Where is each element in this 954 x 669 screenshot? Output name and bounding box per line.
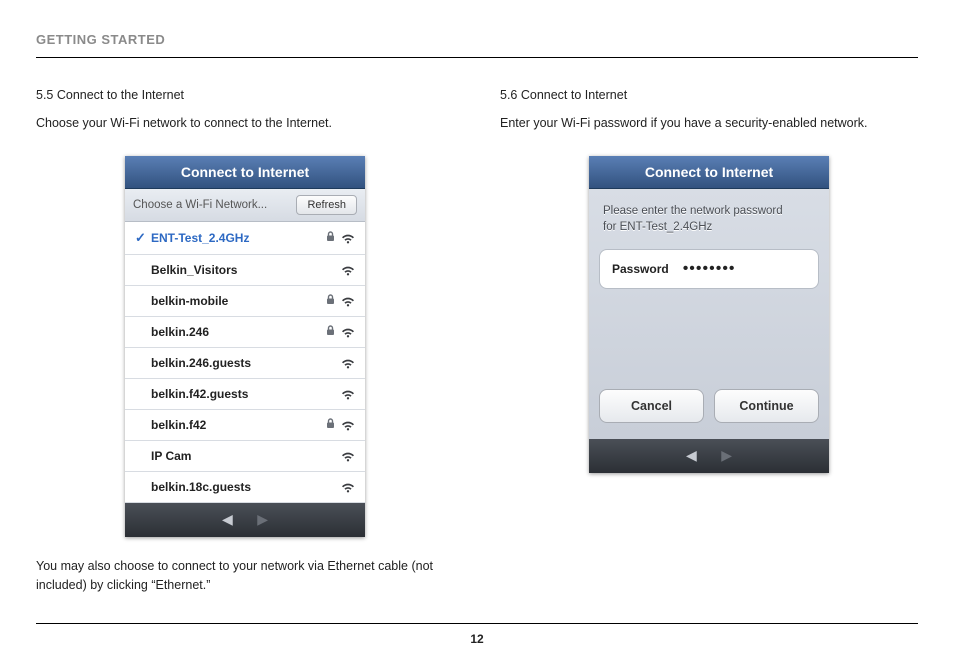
password-prompt-line1: Please enter the network password	[603, 205, 783, 217]
wifi-name: belkin.246.guests	[149, 356, 323, 370]
refresh-button[interactable]: Refresh	[296, 195, 357, 215]
password-label: Password	[612, 262, 669, 276]
cancel-button[interactable]: Cancel	[599, 389, 704, 423]
wifi-row[interactable]: Belkin_Visitors	[125, 255, 365, 286]
page-number: 12	[36, 632, 918, 646]
divider-top	[36, 57, 918, 58]
screen-title: Connect to Internet	[589, 156, 829, 189]
wifi-list: ✓ENT-Test_2.4GHz Belkin_Visitors belkin-mo…	[125, 222, 365, 503]
wifi-signal-icon	[337, 418, 355, 432]
lock-icon	[323, 325, 337, 339]
wifi-signal-icon	[337, 387, 355, 401]
lock-icon	[323, 418, 337, 432]
nav-bar: ◀ ▶	[589, 439, 829, 473]
nav-prev-icon[interactable]: ◀	[686, 447, 697, 463]
step-desc-5-6: Enter your Wi-Fi password if you have a …	[500, 116, 918, 130]
choose-network-label: Choose a Wi-Fi Network...	[133, 199, 267, 211]
wifi-signal-icon	[337, 480, 355, 494]
wifi-row[interactable]: ✓ENT-Test_2.4GHz	[125, 222, 365, 255]
wifi-signal-icon	[337, 325, 355, 339]
password-value: ••••••••	[683, 260, 736, 278]
lock-icon	[323, 231, 337, 245]
wifi-signal-icon	[337, 356, 355, 370]
divider-bottom	[36, 623, 918, 624]
wifi-row[interactable]: belkin.f42	[125, 410, 365, 441]
nav-bar: ◀ ▶	[125, 503, 365, 537]
ethernet-footnote: You may also choose to connect to your n…	[36, 557, 454, 595]
wifi-row[interactable]: belkin-mobile	[125, 286, 365, 317]
wifi-name: belkin.f42.guests	[149, 387, 323, 401]
wifi-signal-icon	[337, 449, 355, 463]
wifi-name: belkin.18c.guests	[149, 480, 323, 494]
nav-next-icon[interactable]: ▶	[721, 447, 732, 463]
wifi-row[interactable]: belkin.246.guests	[125, 348, 365, 379]
wifi-name: IP Cam	[149, 449, 323, 463]
nav-next-icon[interactable]: ▶	[257, 511, 268, 527]
screen-title: Connect to Internet	[125, 156, 365, 189]
wifi-name: belkin-mobile	[149, 294, 323, 308]
wifi-signal-icon	[337, 231, 355, 245]
wifi-row[interactable]: belkin.f42.guests	[125, 379, 365, 410]
wifi-name: belkin.246	[149, 325, 323, 339]
wifi-name: Belkin_Visitors	[149, 263, 323, 277]
screenshot-password: Connect to Internet Please enter the net…	[589, 156, 829, 473]
nav-prev-icon[interactable]: ◀	[222, 511, 233, 527]
wifi-row[interactable]: IP Cam	[125, 441, 365, 472]
screenshot-wifi-list: Connect to Internet Choose a Wi-Fi Netwo…	[125, 156, 365, 537]
wifi-name: ENT-Test_2.4GHz	[149, 231, 323, 245]
column-left: 5.5 Connect to the Internet Choose your …	[36, 88, 454, 595]
lock-icon	[323, 294, 337, 308]
password-prompt-line2: for ENT-Test_2.4GHz	[603, 221, 712, 233]
wifi-name: belkin.f42	[149, 418, 323, 432]
continue-button[interactable]: Continue	[714, 389, 819, 423]
password-prompt: Please enter the network password for EN…	[599, 203, 819, 235]
wifi-signal-icon	[337, 263, 355, 277]
section-title: GETTING STARTED	[36, 32, 918, 47]
wifi-signal-icon	[337, 294, 355, 308]
step-title-5-5: 5.5 Connect to the Internet	[36, 88, 454, 102]
step-title-5-6: 5.6 Connect to Internet	[500, 88, 918, 102]
wifi-row[interactable]: belkin.246	[125, 317, 365, 348]
wifi-row[interactable]: belkin.18c.guests	[125, 472, 365, 503]
column-right: 5.6 Connect to Internet Enter your Wi-Fi…	[500, 88, 918, 595]
password-field[interactable]: Password ••••••••	[599, 249, 819, 289]
step-desc-5-5: Choose your Wi-Fi network to connect to …	[36, 116, 454, 130]
checkmark-icon: ✓	[135, 230, 149, 246]
